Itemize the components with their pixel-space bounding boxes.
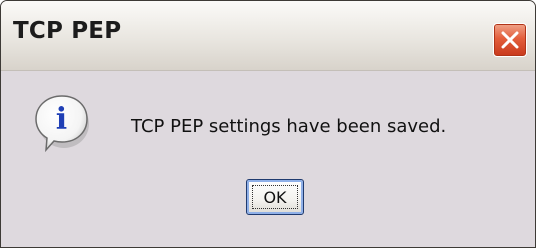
close-icon (501, 31, 519, 49)
ok-button[interactable]: OK (246, 179, 304, 215)
ok-button-label: OK (263, 187, 287, 207)
close-button[interactable] (493, 23, 527, 57)
window-title: TCP PEP (13, 18, 122, 44)
dialog-message: TCP PEP settings have been saved. (131, 116, 447, 137)
dialog-window: TCP PEP i TCP PEP settings have been sav… (0, 0, 536, 248)
info-icon: i (35, 95, 89, 153)
info-icon-glyph: i (56, 102, 67, 137)
dialog-body: i TCP PEP settings have been saved. OK (1, 71, 535, 247)
title-bar[interactable]: TCP PEP (1, 1, 535, 71)
